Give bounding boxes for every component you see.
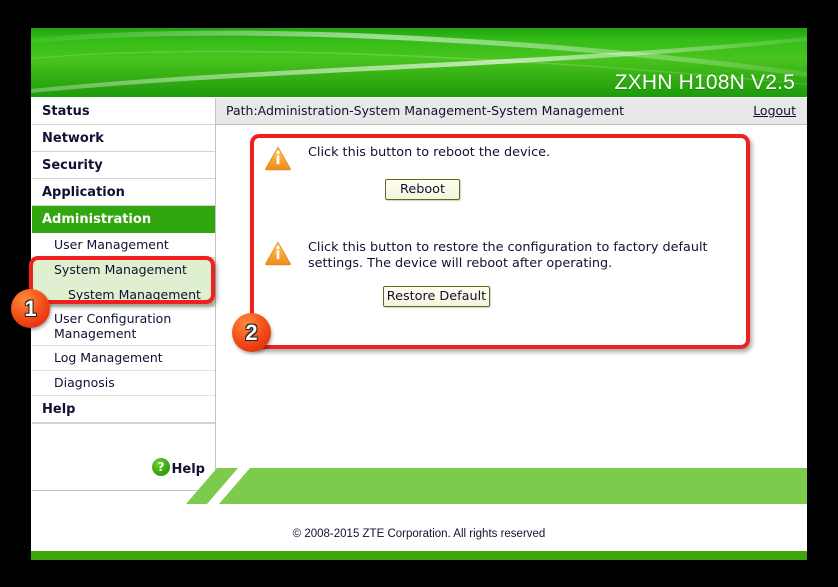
page-banner: ZXHN H108N V2.5	[31, 28, 807, 97]
main-content: Click this button to reboot the device. …	[216, 125, 807, 493]
sidebar-nav: Status Network Security Application Admi…	[32, 98, 216, 491]
restore-default-section: Click this button to restore the configu…	[264, 240, 744, 272]
sidebar-item-application[interactable]: Application	[32, 179, 215, 206]
router-admin-page: ZXHN H108N V2.5 Path:Administration-Syst…	[31, 28, 807, 560]
sidebar-item-diagnosis[interactable]: Diagnosis	[32, 371, 215, 396]
sidebar-item-administration[interactable]: Administration	[32, 206, 215, 233]
sidebar-item-system-management[interactable]: System Management	[32, 258, 215, 283]
reboot-instruction-text: Click this button to reboot the device.	[308, 145, 551, 160]
logout-link[interactable]: Logout	[753, 103, 796, 118]
breadcrumb: Path:Administration-System Management-Sy…	[226, 103, 625, 118]
restore-default-instruction-text: Click this button to restore the configu…	[308, 240, 708, 271]
sidebar-item-user-management[interactable]: User Management	[32, 233, 215, 258]
footer-swoosh-graphic	[31, 468, 807, 504]
sidebar-item-security[interactable]: Security	[32, 152, 215, 179]
screenshot-root: ZXHN H108N V2.5 Path:Administration-Syst…	[0, 0, 838, 587]
reboot-section: Click this button to reboot the device.	[264, 145, 734, 171]
footer-bar: © 2008-2015 ZTE Corporation. All rights …	[31, 522, 807, 560]
reboot-button[interactable]: Reboot	[385, 179, 460, 200]
sidebar-item-system-management-page[interactable]: System Management	[32, 283, 215, 307]
annotation-badge-2: 2	[232, 313, 271, 352]
copyright-text: © 2008-2015 ZTE Corporation. All rights …	[292, 528, 546, 540]
restore-default-button[interactable]: Restore Default	[383, 286, 490, 307]
breadcrumb-bar: Path:Administration-System Management-Sy…	[216, 98, 807, 125]
warning-triangle-icon	[265, 146, 291, 171]
annotation-badge-1: 1	[11, 289, 50, 328]
warning-triangle-icon	[265, 241, 291, 266]
sidebar-item-user-configuration-management[interactable]: User Configuration Management	[32, 307, 215, 346]
sidebar-item-help[interactable]: Help	[32, 396, 215, 423]
sidebar-item-network[interactable]: Network	[32, 125, 215, 152]
device-model-title: ZXHN H108N V2.5	[614, 71, 795, 94]
sidebar-item-status[interactable]: Status	[32, 98, 215, 125]
sidebar-item-log-management[interactable]: Log Management	[32, 346, 215, 371]
